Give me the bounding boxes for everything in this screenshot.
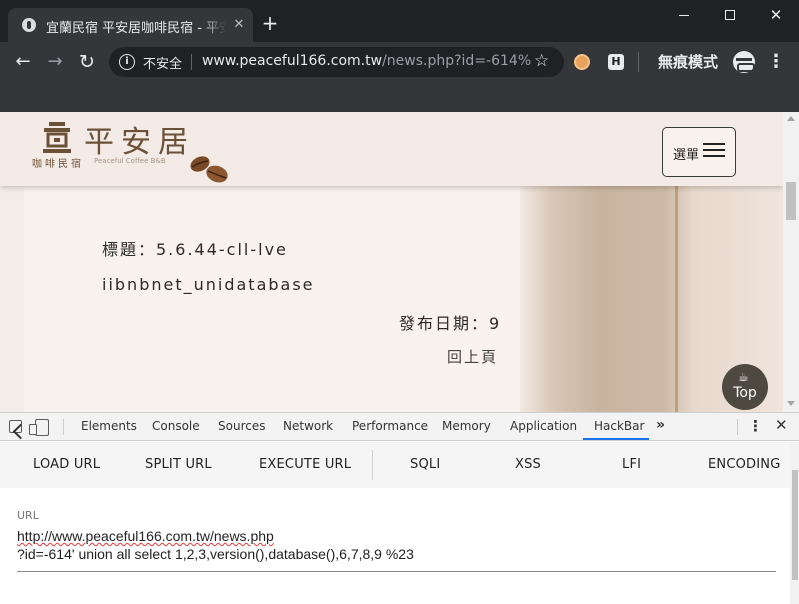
incognito-label[interactable]: 無痕模式 — [658, 51, 718, 72]
news-database: iibnbnet_unidatabase — [102, 275, 315, 294]
url-line-1: http://www.peaceful166.com.tw/news.php — [17, 528, 274, 544]
coffee-beans-icon — [190, 156, 228, 183]
tab-network[interactable]: Network — [283, 419, 333, 433]
back-button[interactable]: ← — [11, 50, 35, 74]
site-logo-english: Peaceful Coffee B&B — [94, 157, 166, 165]
hackbar-toolbar: LOAD URL SPLIT URL EXECUTE URL SQLI XSS … — [0, 442, 790, 488]
device-toolbar-icon[interactable] — [29, 419, 49, 436]
hackbar-url-textarea[interactable]: http://www.peaceful166.com.tw/news.php ?… — [17, 527, 777, 563]
active-tab-indicator — [583, 438, 649, 440]
browser-tab[interactable]: 宜蘭民宿 平安居咖啡民宿 - 平安居民宿 ✕ — [8, 8, 253, 42]
site-menu-label: 選單 — [673, 148, 700, 163]
more-tabs-icon[interactable]: » — [656, 417, 665, 433]
devtools-menu-icon[interactable]: ⋮ — [748, 417, 763, 435]
devtools-divider — [737, 419, 738, 435]
back-to-top-button[interactable]: ☕ Top — [722, 364, 768, 410]
address-url[interactable]: www.peaceful166.com.tw/news.php?id=-614%… — [202, 53, 532, 69]
url-field-underline — [17, 571, 776, 572]
devtools-divider — [63, 419, 64, 435]
address-bar[interactable]: i 不安全 www.peaceful166.com.tw/news.php?id… — [109, 47, 564, 77]
site-logo-subtitle: 咖啡民宿 — [32, 159, 84, 170]
url-host: www.peaceful166.com.tw — [202, 53, 383, 69]
tab-console[interactable]: Console — [152, 419, 200, 433]
background-door-frame — [675, 182, 678, 412]
xss-menu-button[interactable]: XSS — [515, 457, 541, 472]
window-close-button[interactable]: ✕ — [753, 0, 799, 30]
devtools-scrollbar-thumb[interactable] — [792, 470, 798, 580]
minimize-icon — [679, 15, 689, 16]
new-tab-button[interactable]: + — [260, 13, 280, 33]
tab-close-icon[interactable]: ✕ — [231, 17, 247, 33]
site-menu-button[interactable]: 選單 — [662, 127, 736, 177]
toolbar-spacer — [0, 82, 799, 112]
devtools-panel: Elements Console Sources Network Perform… — [0, 412, 799, 604]
tab-application[interactable]: Application — [510, 419, 577, 433]
logo-house-icon — [43, 122, 71, 153]
tab-elements[interactable]: Elements — [81, 419, 137, 433]
tab-sources[interactable]: Sources — [218, 419, 265, 433]
favicon-icon — [22, 18, 36, 32]
site-logo-name[interactable]: 平安居 — [84, 117, 195, 161]
tab-title: 宜蘭民宿 平安居咖啡民宿 - 平安居民宿 — [46, 17, 226, 36]
encoding-menu-button[interactable]: ENCODING — [708, 457, 781, 472]
devtools-tab-bar: Elements Console Sources Network Perform… — [0, 413, 799, 441]
browser-toolbar: ← → ↻ i 不安全 www.peaceful166.com.tw/news.… — [0, 42, 799, 82]
devtools-close-icon[interactable]: ✕ — [775, 416, 788, 434]
toolbar-divider — [638, 52, 639, 72]
back-to-top-label: Top — [733, 385, 757, 401]
minimize-button[interactable] — [661, 0, 707, 30]
maximize-icon — [725, 10, 735, 20]
omnibox-divider — [191, 54, 192, 70]
tab-hackbar[interactable]: HackBar — [594, 419, 644, 433]
insecure-label[interactable]: 不安全 — [143, 53, 182, 72]
bookmark-star-icon[interactable]: ☆ — [534, 51, 549, 71]
url-field-label: URL — [17, 509, 39, 522]
extension-icon[interactable] — [574, 54, 590, 70]
forward-button[interactable]: → — [43, 50, 67, 74]
tab-strip: 宜蘭民宿 平安居咖啡民宿 - 平安居民宿 ✕ + ✕ — [0, 0, 799, 42]
reload-button[interactable]: ↻ — [75, 50, 99, 74]
back-link[interactable]: 回上頁 — [447, 346, 498, 367]
hamburger-icon — [703, 143, 725, 157]
inspect-element-icon[interactable] — [9, 420, 22, 433]
maximize-button[interactable] — [707, 0, 753, 30]
info-icon[interactable]: i — [119, 54, 135, 70]
hackbar-divider — [372, 450, 373, 480]
execute-url-button[interactable]: EXECUTE URL — [259, 457, 351, 472]
scroll-up-icon[interactable] — [787, 116, 795, 121]
browser-menu-icon[interactable]: ⋮ — [767, 51, 785, 73]
scroll-down-icon[interactable] — [787, 401, 795, 406]
news-title: 標題：5.6.44-cll-lve — [102, 240, 288, 259]
devtools-scrollbar[interactable] — [790, 442, 799, 604]
tab-memory[interactable]: Memory — [442, 419, 491, 433]
url-line-2: ?id=-614' union all select 1,2,3,version… — [17, 546, 414, 562]
url-path: /news.php?id=-614%... — [382, 53, 532, 69]
load-url-button[interactable]: LOAD URL — [33, 457, 100, 472]
news-card — [24, 182, 520, 412]
news-date: 發布日期：9 — [399, 314, 502, 333]
site-header: 平安居 咖啡民宿 Peaceful Coffee B&B 選單 — [0, 112, 783, 186]
tab-performance[interactable]: Performance — [352, 419, 428, 433]
hackbar-extension-icon[interactable]: H — [608, 54, 624, 70]
page-scrollbar[interactable] — [783, 112, 799, 412]
lfi-menu-button[interactable]: LFI — [622, 457, 641, 472]
sqli-menu-button[interactable]: SQLI — [410, 457, 440, 472]
page-scrollbar-thumb[interactable] — [786, 182, 796, 220]
coffee-cup-icon: ☕ — [738, 370, 749, 384]
page-viewport: 標題：5.6.44-cll-lve iibnbnet_unidatabase 發… — [0, 112, 783, 412]
split-url-button[interactable]: SPLIT URL — [145, 457, 212, 472]
incognito-icon[interactable] — [733, 51, 755, 73]
